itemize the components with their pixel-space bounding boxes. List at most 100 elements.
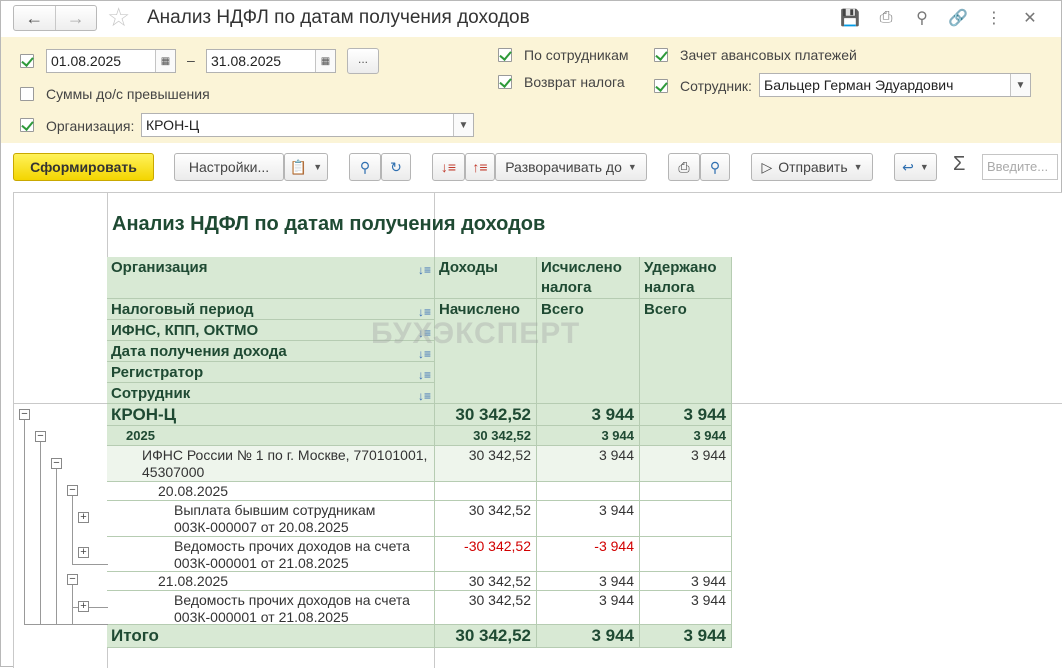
- row-label[interactable]: Выплата бывшим сотрудникам 003К-000007 о…: [107, 501, 435, 537]
- row-calc[interactable]: 3 944: [537, 572, 640, 591]
- header-withheld[interactable]: Удержано налога: [640, 257, 732, 299]
- row-income[interactable]: 30 342,52: [435, 404, 537, 426]
- row-calc[interactable]: 3 944: [537, 404, 640, 426]
- toolbar: Сформировать Настройки... 📋 ▼ ⚲ ↻ ↓≡ ↑≡ Р…: [1, 143, 1061, 191]
- total-calc[interactable]: 3 944: [537, 625, 640, 648]
- row-calc[interactable]: 3 944: [537, 501, 640, 537]
- row-withheld[interactable]: 3 944: [640, 404, 732, 426]
- collapse-icon[interactable]: −: [51, 458, 62, 469]
- header-calculated[interactable]: Исчислено налога: [537, 257, 640, 299]
- row-income[interactable]: 30 342,52: [435, 591, 537, 625]
- row-label[interactable]: Ведомость прочих доходов на счета 003К-0…: [107, 537, 435, 572]
- report-area: Анализ НДФЛ по датам получения доходов О…: [13, 192, 1062, 668]
- header-accrued[interactable]: Начислено: [435, 299, 537, 404]
- row-withheld[interactable]: 3 944: [640, 572, 732, 591]
- row-calc[interactable]: 3 944: [537, 591, 640, 625]
- row-label[interactable]: КРОН-Ц: [107, 404, 435, 426]
- send-button[interactable]: ▷ Отправить ▼: [751, 153, 873, 181]
- generate-button[interactable]: Сформировать: [13, 153, 154, 181]
- collapse-icon[interactable]: −: [67, 574, 78, 585]
- header-withheld-total[interactable]: Всего: [640, 299, 732, 404]
- row-withheld[interactable]: 3 944: [640, 426, 732, 446]
- period-select-button[interactable]: ...: [347, 48, 379, 74]
- calendar-icon[interactable]: ▦: [315, 50, 335, 72]
- header-organization[interactable]: Организация ↓≡: [107, 257, 435, 299]
- expand-to-button[interactable]: Разворачивать до ▼: [495, 153, 647, 181]
- row-income[interactable]: 30 342,52: [435, 446, 537, 482]
- row-label[interactable]: 2025: [107, 426, 435, 446]
- row-income[interactable]: -30 342,52: [435, 537, 537, 572]
- variants-button[interactable]: 📋 ▼: [284, 153, 328, 181]
- header-income[interactable]: Доходы: [435, 257, 537, 299]
- expand-icon[interactable]: +: [78, 601, 89, 612]
- arrow-right-icon[interactable]: →: [54, 6, 97, 30]
- row-income[interactable]: 30 342,52: [435, 501, 537, 537]
- row-withheld[interactable]: [640, 482, 732, 501]
- close-icon[interactable]: ✕: [1019, 7, 1041, 29]
- arrow-left-icon[interactable]: ←: [14, 6, 55, 30]
- period-checkbox[interactable]: [20, 54, 34, 68]
- row-label[interactable]: 21.08.2025: [107, 572, 435, 591]
- row-label[interactable]: ИФНС России № 1 по г. Москве, 770101001,…: [107, 446, 435, 482]
- sort-asc-button[interactable]: ↑≡: [465, 153, 495, 181]
- find-button[interactable]: ⚲: [349, 153, 381, 181]
- chevron-down-icon[interactable]: ▼: [453, 114, 473, 136]
- expand-icon[interactable]: +: [78, 547, 89, 558]
- by-employees-checkbox[interactable]: [498, 48, 512, 62]
- sort-desc-button[interactable]: ↓≡: [432, 153, 465, 181]
- total-income[interactable]: 30 342,52: [435, 625, 537, 648]
- row-calc[interactable]: 3 944: [537, 426, 640, 446]
- row-withheld[interactable]: 3 944: [640, 446, 732, 482]
- total-withheld[interactable]: 3 944: [640, 625, 732, 648]
- favorite-star-icon[interactable]: ☆: [107, 4, 130, 30]
- watermark: БУХЭКСПЕРТ: [371, 317, 581, 350]
- row-label[interactable]: 20.08.2025: [107, 482, 435, 501]
- date-to-field[interactable]: 31.08.2025 ▦: [206, 49, 336, 73]
- print-button[interactable]: ⎙: [668, 153, 700, 181]
- undo-button[interactable]: ↩ ▼: [894, 153, 937, 181]
- organization-checkbox[interactable]: [20, 118, 34, 132]
- row-income[interactable]: 30 342,52: [435, 426, 537, 446]
- save-icon[interactable]: 💾: [839, 7, 861, 29]
- title-bar: ← → ☆ Анализ НДФЛ по датам получения дох…: [1, 1, 1061, 37]
- row-calc[interactable]: [537, 482, 640, 501]
- employee-checkbox[interactable]: [654, 79, 668, 93]
- link-icon[interactable]: 🔗: [947, 7, 969, 29]
- employee-value: Бальцер Герман Эдуардович: [764, 77, 954, 93]
- sums-over-checkbox[interactable]: [20, 87, 34, 101]
- row-calc[interactable]: 3 944: [537, 446, 640, 482]
- date-from-field[interactable]: 01.08.2025 ▦: [46, 49, 176, 73]
- row-income[interactable]: 30 342,52: [435, 572, 537, 591]
- header-employee[interactable]: Сотрудник ↓≡: [107, 383, 435, 404]
- more-icon[interactable]: ⋮: [983, 7, 1005, 29]
- advance-offset-checkbox[interactable]: [654, 48, 668, 62]
- collapse-icon[interactable]: −: [67, 485, 78, 496]
- print-icon[interactable]: ⎙: [875, 7, 897, 29]
- preview-button[interactable]: ⚲: [700, 153, 730, 181]
- total-label[interactable]: Итого: [107, 625, 435, 648]
- organization-field[interactable]: КРОН-Ц ▼: [141, 113, 474, 137]
- row-withheld[interactable]: [640, 501, 732, 537]
- preview-icon[interactable]: ⚲: [911, 7, 933, 29]
- sort-desc-icon: ↓≡: [440, 159, 457, 175]
- header-calc-total[interactable]: Всего: [537, 299, 640, 404]
- calendar-icon[interactable]: ▦: [155, 50, 175, 72]
- row-label[interactable]: Ведомость прочих доходов на счета 003К-0…: [107, 591, 435, 625]
- find-next-button[interactable]: ↻: [381, 153, 411, 181]
- employee-field[interactable]: Бальцер Герман Эдуардович ▼: [759, 73, 1031, 97]
- header-registrar[interactable]: Регистратор ↓≡: [107, 362, 435, 383]
- row-calc[interactable]: -3 944: [537, 537, 640, 572]
- collapse-icon[interactable]: −: [19, 409, 30, 420]
- row-withheld[interactable]: 3 944: [640, 591, 732, 625]
- settings-button[interactable]: Настройки...: [174, 153, 284, 181]
- row-income[interactable]: [435, 482, 537, 501]
- expand-icon[interactable]: +: [78, 512, 89, 523]
- row-withheld[interactable]: [640, 537, 732, 572]
- search-input[interactable]: Введите...: [982, 154, 1058, 180]
- chevron-down-icon[interactable]: ▼: [1010, 74, 1030, 96]
- sigma-button[interactable]: Σ: [953, 153, 965, 176]
- chevron-down-icon: ▼: [919, 162, 929, 172]
- collapse-icon[interactable]: −: [35, 431, 46, 442]
- tax-refund-checkbox[interactable]: [498, 75, 512, 89]
- header-label: Организация: [111, 259, 208, 276]
